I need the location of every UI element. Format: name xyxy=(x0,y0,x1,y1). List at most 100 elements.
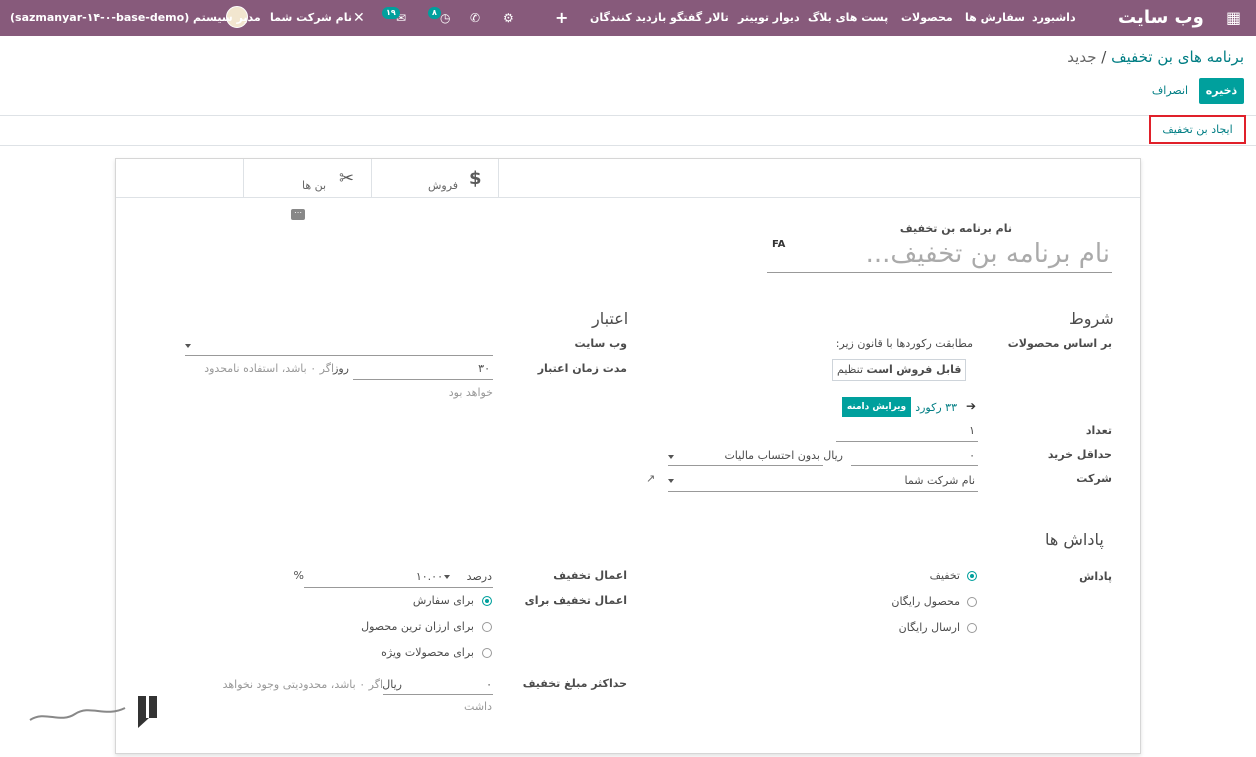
top-navbar: ▦ وب سایت داشبورد سفارش ها محصولات پست ه… xyxy=(0,0,1256,36)
phone-icon[interactable]: ✆ xyxy=(470,0,480,36)
record-count-link[interactable]: ۳۳ رکورد xyxy=(915,401,957,414)
reward-free-product-label[interactable]: محصول رایگان xyxy=(891,595,960,608)
divider xyxy=(0,115,1256,116)
breadcrumb-separator: / xyxy=(1101,48,1107,66)
max-discount-currency: ریال xyxy=(382,678,402,691)
ticket-icon: ✂ xyxy=(339,168,355,189)
reward-discount-radio[interactable] xyxy=(967,571,977,581)
reward-discount-label[interactable]: تخفیف xyxy=(930,569,960,582)
divider xyxy=(0,145,1256,146)
apply-on-specific-label[interactable]: برای محصولات ویژه xyxy=(381,646,474,659)
duration-unit: روز xyxy=(333,362,349,375)
duration-underline xyxy=(353,379,493,380)
watermark-logo xyxy=(25,690,165,732)
company-select[interactable]: نام شرکت شما xyxy=(905,474,975,487)
quantity-label: تعداد xyxy=(1085,424,1112,437)
rewards-title: پاداش ها xyxy=(1045,530,1104,549)
name-label: نام برنامه بن تخفیف xyxy=(899,222,1012,235)
messages-count-badge: ۱۹ xyxy=(382,7,400,19)
chevron-down-icon[interactable] xyxy=(444,575,450,579)
close-icon[interactable]: ✕ xyxy=(353,0,365,36)
edit-domain-button[interactable]: ویرایش دامنه xyxy=(842,397,911,417)
menu-orders[interactable]: سفارش ها xyxy=(965,0,1025,36)
breadcrumb-parent[interactable]: برنامه های بن تخفیف xyxy=(1111,48,1244,66)
app-brand[interactable]: وب سایت xyxy=(1118,0,1204,36)
duration-input[interactable]: ۳۰ xyxy=(478,362,490,375)
apply-on-order-label[interactable]: برای سفارش xyxy=(413,594,474,607)
min-purchase-currency: ریال xyxy=(823,449,843,462)
min-purchase-label: حداقل خرید xyxy=(1047,448,1112,461)
max-discount-label: حداکثر مبلغ تخفیف xyxy=(522,677,627,690)
apply-on-cheapest-label[interactable]: برای ارزان ترین محصول xyxy=(361,620,474,633)
button-box-divider xyxy=(116,197,1140,198)
domain-rule[interactable]: قابل فروش است تنظیم xyxy=(832,359,967,381)
breadcrumb-current: جدید xyxy=(1067,48,1097,66)
apply-discount-label: اعمال تخفیف xyxy=(553,569,627,582)
coupons-label: بن ها xyxy=(302,179,327,192)
chevron-down-icon[interactable] xyxy=(185,344,191,348)
bug-icon[interactable]: ⚙ xyxy=(503,0,514,36)
apply-on-cheapest-radio[interactable] xyxy=(482,622,492,632)
min-purchase-input[interactable]: ۰ xyxy=(969,449,975,462)
apply-on-label: اعمال تخفیف برای xyxy=(524,594,627,607)
reward-free-shipping-radio[interactable] xyxy=(967,623,977,633)
max-discount-input[interactable]: ۰ xyxy=(486,678,492,691)
website-label: وب سایت xyxy=(574,337,627,350)
breadcrumb: برنامه های بن تخفیف / جدید xyxy=(1067,48,1244,66)
coupons-smart-button[interactable]: ✂ بن ها xyxy=(243,159,371,197)
reward-free-product-radio[interactable] xyxy=(967,597,977,607)
discount-type-select[interactable]: درصد xyxy=(467,570,492,583)
more-icon[interactable]: ⋯ xyxy=(291,209,305,220)
chat-icon[interactable]: ✉ xyxy=(396,0,406,36)
language-tag[interactable]: FA xyxy=(772,239,785,250)
dollar-icon: $ xyxy=(469,168,482,189)
tax-mode-underline xyxy=(668,465,823,466)
menu-products[interactable]: محصولات xyxy=(901,0,953,36)
company-label: شرکت xyxy=(1076,472,1112,485)
max-discount-help-cont: داشت xyxy=(464,700,492,713)
sales-label: فروش xyxy=(428,179,459,192)
plus-icon[interactable]: + xyxy=(555,0,568,36)
reward-label: پاداش xyxy=(1079,570,1112,583)
conditions-title: شروط xyxy=(1069,309,1114,328)
validity-title: اعتبار xyxy=(592,309,629,328)
domain-operator: است xyxy=(866,363,893,376)
domain-field: قابل فروش xyxy=(896,363,962,376)
based-on-products-label: بر اساس محصولات xyxy=(1007,337,1112,350)
discount-unit: % xyxy=(293,569,304,582)
max-discount-help: اگر ۰ باشد، محدودیتی وجود نخواهد xyxy=(222,678,383,691)
name-input[interactable]: نام برنامه بن تخفیف... xyxy=(866,239,1110,269)
menu-dashboard[interactable]: داشبورد xyxy=(1032,0,1076,36)
website-underline xyxy=(185,355,493,356)
form-sheet: $ فروش ✂ بن ها ⋯ نام برنامه بن تخفیف FA … xyxy=(115,158,1141,754)
activity-count-badge: ۸ xyxy=(428,7,441,19)
menu-twitter-wall[interactable]: دیوار توییتر xyxy=(738,0,800,36)
quantity-underline xyxy=(836,441,978,442)
grid-apps-icon[interactable]: ▦ xyxy=(1226,0,1241,36)
duration-help: اگر ۰ باشد، استفاده نامحدود xyxy=(204,362,334,375)
tax-mode-select[interactable]: بدون احتساب مالیات xyxy=(724,449,820,462)
discard-button[interactable]: انصراف xyxy=(1146,78,1194,104)
discount-value-input[interactable]: ۱۰.۰۰ xyxy=(416,570,443,583)
save-button[interactable]: ذخیره xyxy=(1199,78,1244,104)
menu-blog-posts[interactable]: پست های بلاگ xyxy=(808,0,888,36)
company-switcher[interactable]: نام شرکت شما xyxy=(270,0,352,36)
menu-visitors[interactable]: بازدید کنندگان xyxy=(590,0,666,36)
apply-on-order-radio[interactable] xyxy=(482,596,492,606)
discount-underline xyxy=(304,587,493,588)
reward-free-shipping-label[interactable]: ارسال رایگان xyxy=(899,621,960,634)
menu-forum[interactable]: تالار گفتگو xyxy=(670,0,729,36)
apply-on-specific-radio[interactable] xyxy=(482,648,492,658)
user-menu[interactable]: مدیر سیستم (sazmanyar-۱۴-۰-base-demo) xyxy=(10,0,261,36)
chevron-down-icon[interactable] xyxy=(668,455,674,459)
clock-icon[interactable]: ◷ xyxy=(440,0,450,36)
quantity-input[interactable]: ۱ xyxy=(969,424,975,437)
company-underline xyxy=(668,491,978,492)
external-link-icon[interactable]: ↗ xyxy=(646,472,655,485)
name-input-underline xyxy=(767,272,1112,273)
max-discount-underline xyxy=(383,694,493,695)
arrow-right-icon: ➔ xyxy=(966,399,977,413)
create-coupon-button[interactable]: ایجاد بن تخفیف xyxy=(1149,115,1246,144)
sales-smart-button[interactable]: $ فروش xyxy=(371,159,499,197)
chevron-down-icon[interactable] xyxy=(668,479,674,483)
